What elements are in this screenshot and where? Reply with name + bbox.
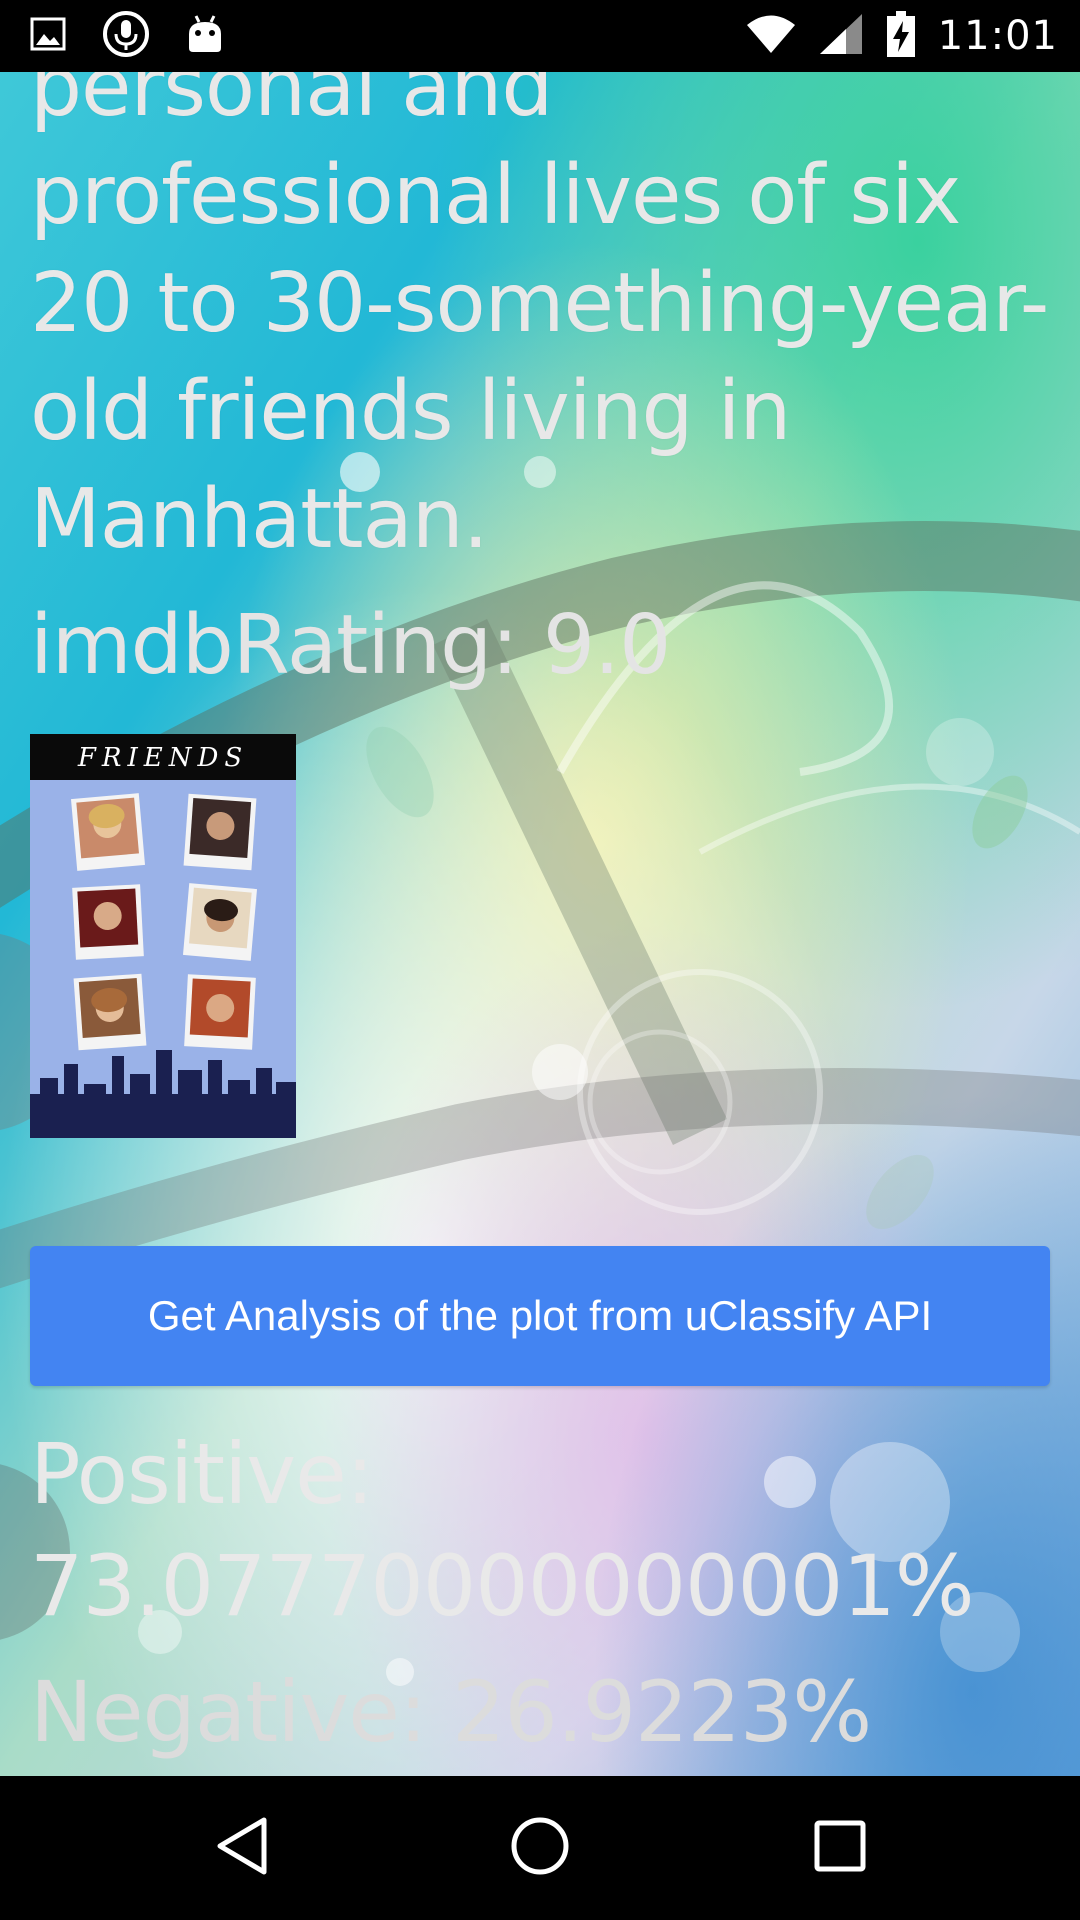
recents-button[interactable] xyxy=(760,1776,920,1920)
android-icon xyxy=(186,14,224,58)
status-right-icons: 11:01 xyxy=(746,8,1058,64)
cell-signal-icon xyxy=(818,12,864,60)
status-bar: 11:01 xyxy=(0,0,1080,72)
plot-line: old friends living in xyxy=(30,364,791,459)
plot-text: personal and professional lives of six 2… xyxy=(30,72,1050,574)
movie-detail-content[interactable]: personal and professional lives of six 2… xyxy=(0,72,1080,1776)
battery-charging-icon xyxy=(886,10,916,62)
back-icon xyxy=(212,1814,272,1882)
plot-line: personal and xyxy=(30,72,553,135)
negative-score: Negative: 26.9223% xyxy=(30,1663,872,1761)
positive-score: Positive: 73.07770000000001% xyxy=(30,1425,975,1635)
home-icon xyxy=(508,1814,572,1882)
plot-line: Manhattan. xyxy=(30,472,489,567)
wifi-icon xyxy=(746,14,796,58)
image-icon xyxy=(30,16,66,56)
movie-poster: FRIENDS xyxy=(30,734,296,1138)
movie-details: personal and professional lives of six 2… xyxy=(30,72,1050,1768)
screen: 11:01 personal and professional lives of… xyxy=(0,0,1080,1920)
back-button[interactable] xyxy=(162,1776,322,1920)
status-left-icons xyxy=(30,10,224,62)
navigation-bar xyxy=(0,1776,1080,1920)
plot-line: professional lives of six xyxy=(30,148,961,243)
get-analysis-button[interactable]: Get Analysis of the plot from uClassify … xyxy=(30,1246,1050,1386)
status-time: 11:01 xyxy=(937,13,1058,59)
imdb-rating: imdbRating: 9.0 xyxy=(30,598,671,693)
plot-line: 20 to 30-something-year- xyxy=(30,256,1049,351)
home-button[interactable] xyxy=(460,1776,620,1920)
recents-icon xyxy=(812,1818,868,1878)
poster-title: FRIENDS xyxy=(77,743,248,773)
mic-icon xyxy=(102,10,150,62)
